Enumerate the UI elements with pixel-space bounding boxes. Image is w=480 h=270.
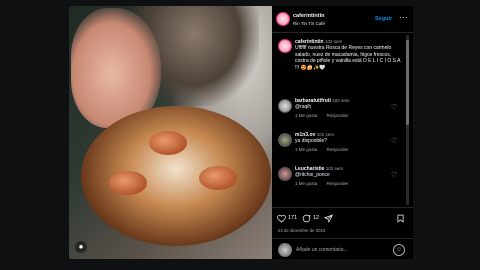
reply-button[interactable]: Responder: [327, 113, 349, 118]
comment-text: barbaratutifruti 102 sem @raqih: [295, 98, 395, 111]
avatar[interactable]: [278, 133, 292, 147]
comment-username[interactable]: barbaratutifruti: [295, 98, 331, 104]
comment-time: 102 sem: [316, 132, 334, 137]
likes-count[interactable]: 171: [288, 215, 297, 221]
post-actions: 171 12 23 de diciembre de 2023: [272, 207, 413, 238]
heart-icon[interactable]: ♡: [391, 104, 399, 112]
heart-icon[interactable]: [277, 214, 286, 223]
heart-icon[interactable]: ♡: [391, 138, 399, 146]
comments-count[interactable]: 12: [313, 215, 319, 221]
comment-meta: 1 Me gusta Responder: [295, 181, 357, 186]
avatar[interactable]: [278, 167, 292, 181]
add-comment-bar: Añade un comentario... ☺: [272, 238, 413, 259]
comment-time: 102 sem: [332, 98, 350, 103]
comment-body[interactable]: @ritchie_ponce: [295, 172, 330, 178]
scrollbar-thumb[interactable]: [406, 40, 409, 125]
comment-likes[interactable]: 1 Me gusta: [295, 113, 317, 118]
post-sidebar: caferintintin Rin Tin Tin Café Seguir ··…: [272, 6, 413, 259]
comment-body[interactable]: @raqih: [295, 104, 311, 110]
share-icon[interactable]: [324, 214, 333, 223]
comment-username[interactable]: m1n3.ov: [295, 132, 315, 138]
avatar[interactable]: [278, 39, 292, 53]
user-tag-icon[interactable]: ●: [75, 241, 87, 253]
post-modal: ● caferintintin Rin Tin Tin Café Seguir …: [69, 6, 413, 259]
comment-username[interactable]: Leucharistie: [295, 166, 324, 172]
avatar: [278, 243, 292, 257]
comment-meta: 1 Me gusta Responder: [295, 147, 357, 152]
comments-list[interactable]: caferintintin 102 sem Uffffff nuestra Ro…: [272, 33, 413, 207]
comment-text: Leucharistie 102 sem @ritchie_ponce: [295, 166, 395, 179]
heart-icon[interactable]: ♡: [391, 172, 399, 180]
photo-fig-topping: [109, 171, 147, 195]
caption-username[interactable]: caferintintin: [295, 39, 324, 45]
comment-item: Leucharistie 102 sem @ritchie_ponce 1 Me…: [272, 165, 413, 199]
more-icon[interactable]: ···: [399, 13, 409, 22]
comment-input[interactable]: Añade un comentario...: [296, 247, 348, 253]
photo-fig-topping: [199, 166, 237, 190]
comment-item: barbaratutifruti 102 sem @raqih 1 Me gus…: [272, 97, 413, 131]
comment-likes[interactable]: 1 Me gusta: [295, 147, 317, 152]
emoji-icon[interactable]: ☺: [393, 244, 405, 256]
comment-time: 102 sem: [325, 166, 344, 171]
avatar[interactable]: [278, 99, 292, 113]
caption-time: 102 sem: [325, 39, 343, 44]
avatar[interactable]: [276, 12, 290, 26]
photo-fig-topping: [149, 131, 187, 155]
photo-rosca-bread: [81, 106, 271, 246]
comment-item: m1n3.ov 102 sem ya disponible? 1 Me gust…: [272, 131, 413, 165]
comment-text: m1n3.ov 102 sem ya disponible?: [295, 132, 395, 145]
post-date: 23 de diciembre de 2023: [278, 228, 326, 233]
reply-button[interactable]: Responder: [327, 147, 349, 152]
bookmark-icon[interactable]: [396, 214, 405, 223]
caption: caferintintin 102 sem Uffffff nuestra Ro…: [295, 39, 403, 71]
comment-icon[interactable]: [302, 214, 311, 223]
comment-meta: 1 Me gusta Responder: [295, 113, 357, 118]
post-header: caferintintin Rin Tin Tin Café Seguir ··…: [272, 6, 413, 33]
comment-likes[interactable]: 1 Me gusta: [295, 181, 317, 186]
follow-button[interactable]: Seguir: [375, 16, 392, 22]
comments-scrollbar[interactable]: [406, 35, 409, 205]
caption-text: Uffffff nuestra Rosca de Reyes con carme…: [295, 45, 401, 71]
post-photo[interactable]: ●: [69, 6, 272, 259]
reply-button[interactable]: Responder: [327, 181, 349, 186]
header-username[interactable]: caferintintin: [293, 13, 324, 19]
comment-body: ya disponible?: [295, 138, 327, 145]
header-subtitle[interactable]: Rin Tin Tin Café: [293, 21, 325, 26]
